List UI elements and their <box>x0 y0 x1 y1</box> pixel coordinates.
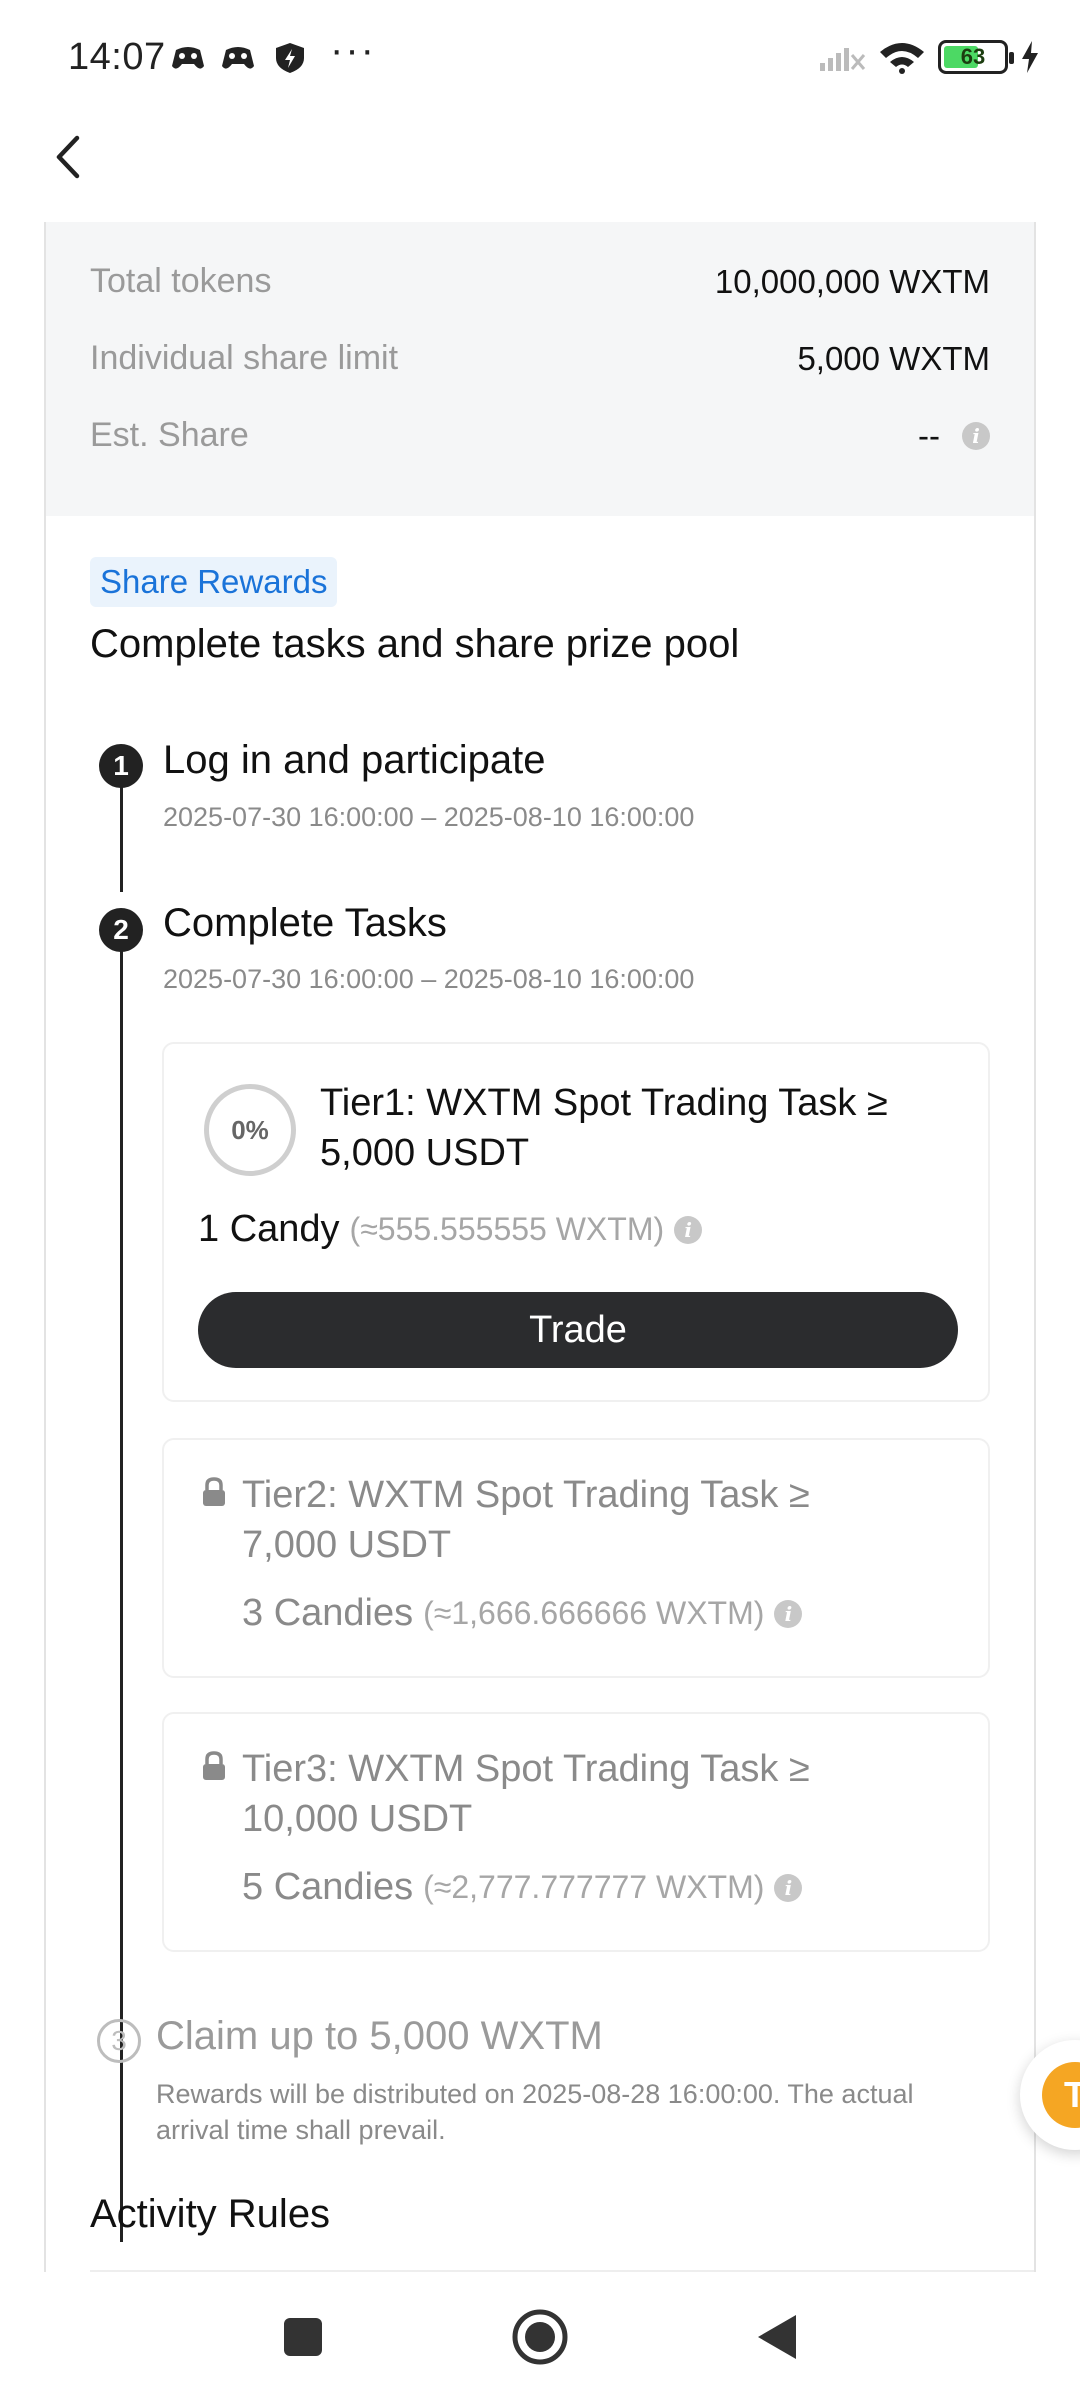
game-controller-icon <box>172 47 204 69</box>
back-nav-button[interactable] <box>742 2302 812 2372</box>
activity-rules-title[interactable]: Activity Rules <box>90 2192 330 2237</box>
task-reward: 1 Candy (≈555.555555 WXTM) i <box>198 1208 703 1251</box>
step-number: 1 <box>99 744 143 788</box>
reward-amount: 3 Candies <box>242 1592 414 1634</box>
task-title-line: Tier1: WXTM Spot Trading Task ≥ <box>320 1082 888 1124</box>
info-icon[interactable]: i <box>962 421 990 450</box>
lock-icon <box>203 1751 225 1780</box>
status-bar: 14:07 ··· 63 <box>0 0 1080 120</box>
step-time: 2025-07-30 16:00:00 – 2025-08-10 16:00:0… <box>163 802 695 832</box>
step-number: 3 <box>97 2019 141 2063</box>
est-share-value: -- <box>918 416 940 454</box>
task-reward: 3 Candies (≈1,666.666666 WXTM) i <box>242 1592 803 1635</box>
reward-approx: (≈1,666.666666 WXTM) <box>423 1595 765 1631</box>
game-controller-icon <box>222 47 254 69</box>
reward-amount: 1 Candy <box>198 1208 340 1250</box>
home-button[interactable] <box>505 2302 575 2372</box>
trade-button[interactable]: Trade <box>198 1292 958 1368</box>
share-limit-row: Individual share limit 5,000 WXTM <box>90 339 990 378</box>
task-title-line: Tier3: WXTM Spot Trading Task ≥ <box>242 1748 810 1790</box>
info-icon[interactable]: i <box>774 1873 803 1902</box>
task-title: Tier3: WXTM Spot Trading Task ≥ 10,000 U… <box>242 1744 810 1844</box>
task-reward: 5 Candies (≈2,777.777777 WXTM) i <box>242 1866 803 1909</box>
total-tokens-value: 10,000,000 WXTM <box>714 262 990 300</box>
reward-approx: (≈2,777.777777 WXTM) <box>423 1869 765 1905</box>
task-title-line: 10,000 USDT <box>242 1798 473 1840</box>
task-card-tier1: 0% Tier1: WXTM Spot Trading Task ≥ 5,000… <box>162 1042 990 1402</box>
wifi-icon <box>880 43 924 74</box>
home-circle-icon <box>512 2309 568 2365</box>
battery-icon: 63 <box>938 40 1014 74</box>
shield-bolt-icon <box>276 43 304 73</box>
step-title: Complete Tasks <box>163 901 447 945</box>
task-title-line: Tier2: WXTM Spot Trading Task ≥ <box>242 1474 810 1516</box>
rewards-headline: Complete tasks and share prize pool <box>90 622 740 666</box>
share-limit-label: Individual share limit <box>90 339 399 377</box>
status-time: 14:07 <box>68 36 166 78</box>
step-time: 2025-07-30 16:00:00 – 2025-08-10 16:00:0… <box>163 964 695 994</box>
info-icon[interactable]: i <box>674 1215 703 1244</box>
reward-amount: 5 Candies <box>242 1866 414 1908</box>
task-card-tier2: Tier2: WXTM Spot Trading Task ≥ 7,000 US… <box>162 1438 990 1678</box>
share-limit-value: 5,000 WXTM <box>797 339 990 377</box>
task-card-tier3: Tier3: WXTM Spot Trading Task ≥ 10,000 U… <box>162 1712 990 1952</box>
share-rewards-badge: Share Rewards <box>90 557 338 607</box>
task-title: Tier1: WXTM Spot Trading Task ≥ 5,000 US… <box>320 1078 888 1178</box>
step-title: Log in and participate <box>163 738 546 782</box>
total-tokens-row: Total tokens 10,000,000 WXTM <box>90 262 990 301</box>
est-share-label: Est. Share <box>90 416 249 454</box>
chevron-left-icon <box>56 135 80 179</box>
step-number: 2 <box>99 908 143 952</box>
task-title-line: 5,000 USDT <box>320 1132 530 1174</box>
claim-note: Rewards will be distributed on 2025-08-2… <box>156 2079 914 2145</box>
charging-bolt-icon <box>1022 41 1038 73</box>
reward-approx: (≈555.555555 WXTM) <box>349 1211 665 1247</box>
square-icon <box>284 2318 322 2356</box>
task-title: Tier2: WXTM Spot Trading Task ≥ 7,000 US… <box>242 1470 810 1570</box>
total-tokens-label: Total tokens <box>90 262 272 300</box>
lock-icon <box>203 1477 225 1506</box>
step-title: Claim up to 5,000 WXTM <box>156 2014 603 2058</box>
floating-button-glyph: T <box>1042 2062 1080 2128</box>
battery-level: 63 <box>960 44 986 69</box>
info-icon[interactable]: i <box>774 1599 803 1628</box>
signal-off-icon <box>820 48 866 71</box>
task-title-line: 7,000 USDT <box>242 1524 452 1566</box>
activity-card: Total tokens 10,000,000 WXTM Individual … <box>44 222 1036 2272</box>
est-share-row: Est. Share -- i <box>90 416 990 455</box>
est-share-group: -- i <box>918 417 990 455</box>
status-right-group: 63 <box>818 40 1040 74</box>
triangle-back-icon <box>758 2315 796 2359</box>
back-button[interactable] <box>34 122 104 192</box>
recent-apps-button[interactable] <box>268 2302 338 2372</box>
more-notifications-icon: ··· <box>330 28 376 72</box>
system-nav-bar <box>0 2272 1080 2400</box>
progress-ring: 0% <box>204 1084 296 1176</box>
